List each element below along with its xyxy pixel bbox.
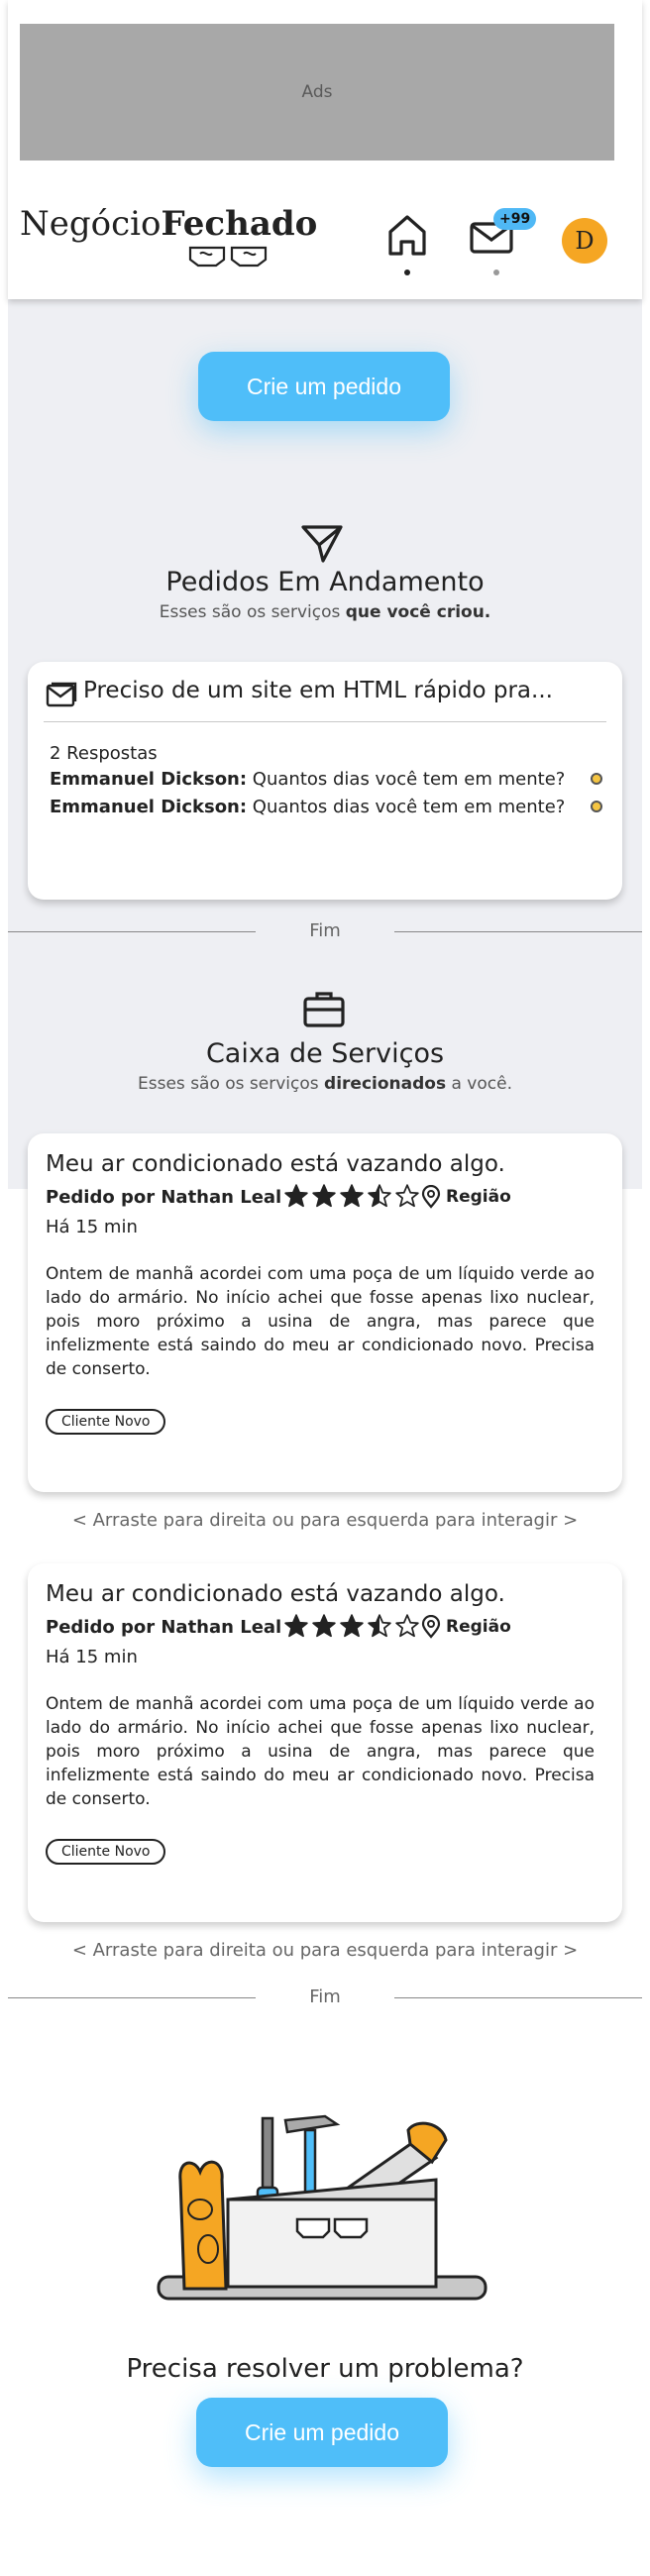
services-subtitle: Esses são os serviços direcionados a voc… <box>138 1074 512 1094</box>
nav-mail-dot <box>493 269 499 275</box>
request-title: Preciso de um site em HTML rápido pra... <box>83 678 553 703</box>
service-author[interactable]: Pedido por Nathan Leal <box>46 1617 281 1638</box>
region-link[interactable]: Região <box>420 1185 511 1209</box>
star-half-icon <box>368 1614 391 1638</box>
in-progress-subtitle: Esses são os serviços que você criou. <box>159 602 491 622</box>
reply-item[interactable]: Emmanuel Dickson: Quantos dias você tem … <box>50 797 565 817</box>
swipe-hint: < Arraste para direita ou para esquerda … <box>71 1940 579 1961</box>
nav-home[interactable] <box>384 212 430 275</box>
star-full-icon <box>340 1614 364 1638</box>
service-description: Ontem de manhã acordei com uma poça de u… <box>46 1694 595 1809</box>
service-time: Há 15 min <box>46 1217 138 1237</box>
rating-stars <box>283 1613 420 1641</box>
divider <box>44 721 606 722</box>
in-progress-title: Pedidos Em Andamento <box>165 567 485 597</box>
logo-text-part1: Negócio <box>20 204 162 244</box>
star-full-icon <box>340 1184 364 1208</box>
service-card[interactable]: Meu ar condicionado está vazando algo. P… <box>28 1563 622 1922</box>
request-card[interactable]: Preciso de um site em HTML rápido pra...… <box>28 662 622 900</box>
home-icon <box>388 215 426 256</box>
location-pin-icon <box>421 1615 441 1639</box>
star-empty-icon <box>395 1614 419 1638</box>
client-tag: Cliente Novo <box>46 1409 166 1435</box>
star-empty-icon <box>395 1184 419 1208</box>
star-full-icon <box>284 1184 308 1208</box>
handshake-icon <box>188 246 268 268</box>
replies-count: 2 Respostas <box>50 743 158 764</box>
services-title: Caixa de Serviços <box>205 1038 445 1069</box>
location-pin-icon <box>421 1185 441 1209</box>
client-tag: Cliente Novo <box>46 1839 166 1865</box>
avatar[interactable]: D <box>562 218 607 264</box>
unread-dot <box>591 773 602 785</box>
end-divider: Fim <box>8 1984 642 2013</box>
star-half-icon <box>368 1184 391 1208</box>
logo-text-part2: Fechado <box>161 204 318 244</box>
create-request-button-footer[interactable]: Crie um pedido <box>196 2398 448 2467</box>
reply-item[interactable]: Emmanuel Dickson: Quantos dias você tem … <box>50 769 565 790</box>
logo[interactable]: NegócioFechado <box>20 204 317 273</box>
end-divider: Fim <box>8 917 642 947</box>
nav-home-active-dot <box>404 269 410 275</box>
ads-label: Ads <box>301 82 333 102</box>
nav-messages[interactable]: +99 <box>468 208 537 275</box>
star-full-icon <box>312 1184 336 1208</box>
mail-open-icon <box>46 682 77 707</box>
problem-question: Precisa resolver um problema? <box>126 2354 524 2384</box>
region-link[interactable]: Região <box>420 1615 511 1639</box>
service-title: Meu ar condicionado está vazando algo. <box>46 1151 505 1177</box>
service-title: Meu ar condicionado está vazando algo. <box>46 1581 505 1607</box>
service-author[interactable]: Pedido por Nathan Leal <box>46 1187 281 1208</box>
service-description: Ontem de manhã acordei com uma poça de u… <box>46 1264 595 1379</box>
swipe-hint: < Arraste para direita ou para esquerda … <box>71 1510 579 1531</box>
unread-dot <box>591 801 602 812</box>
briefcase-icon <box>303 992 345 1027</box>
star-full-icon <box>284 1614 308 1638</box>
star-full-icon <box>312 1614 336 1638</box>
send-icon <box>301 525 343 563</box>
rating-stars <box>283 1183 420 1211</box>
create-request-button[interactable]: Crie um pedido <box>198 352 450 421</box>
service-card[interactable]: Meu ar condicionado está vazando algo. P… <box>28 1133 622 1492</box>
service-time: Há 15 min <box>46 1647 138 1667</box>
mail-badge: +99 <box>493 208 537 230</box>
ads-banner[interactable]: Ads <box>20 24 614 161</box>
toolbox-illustration <box>157 2114 488 2301</box>
